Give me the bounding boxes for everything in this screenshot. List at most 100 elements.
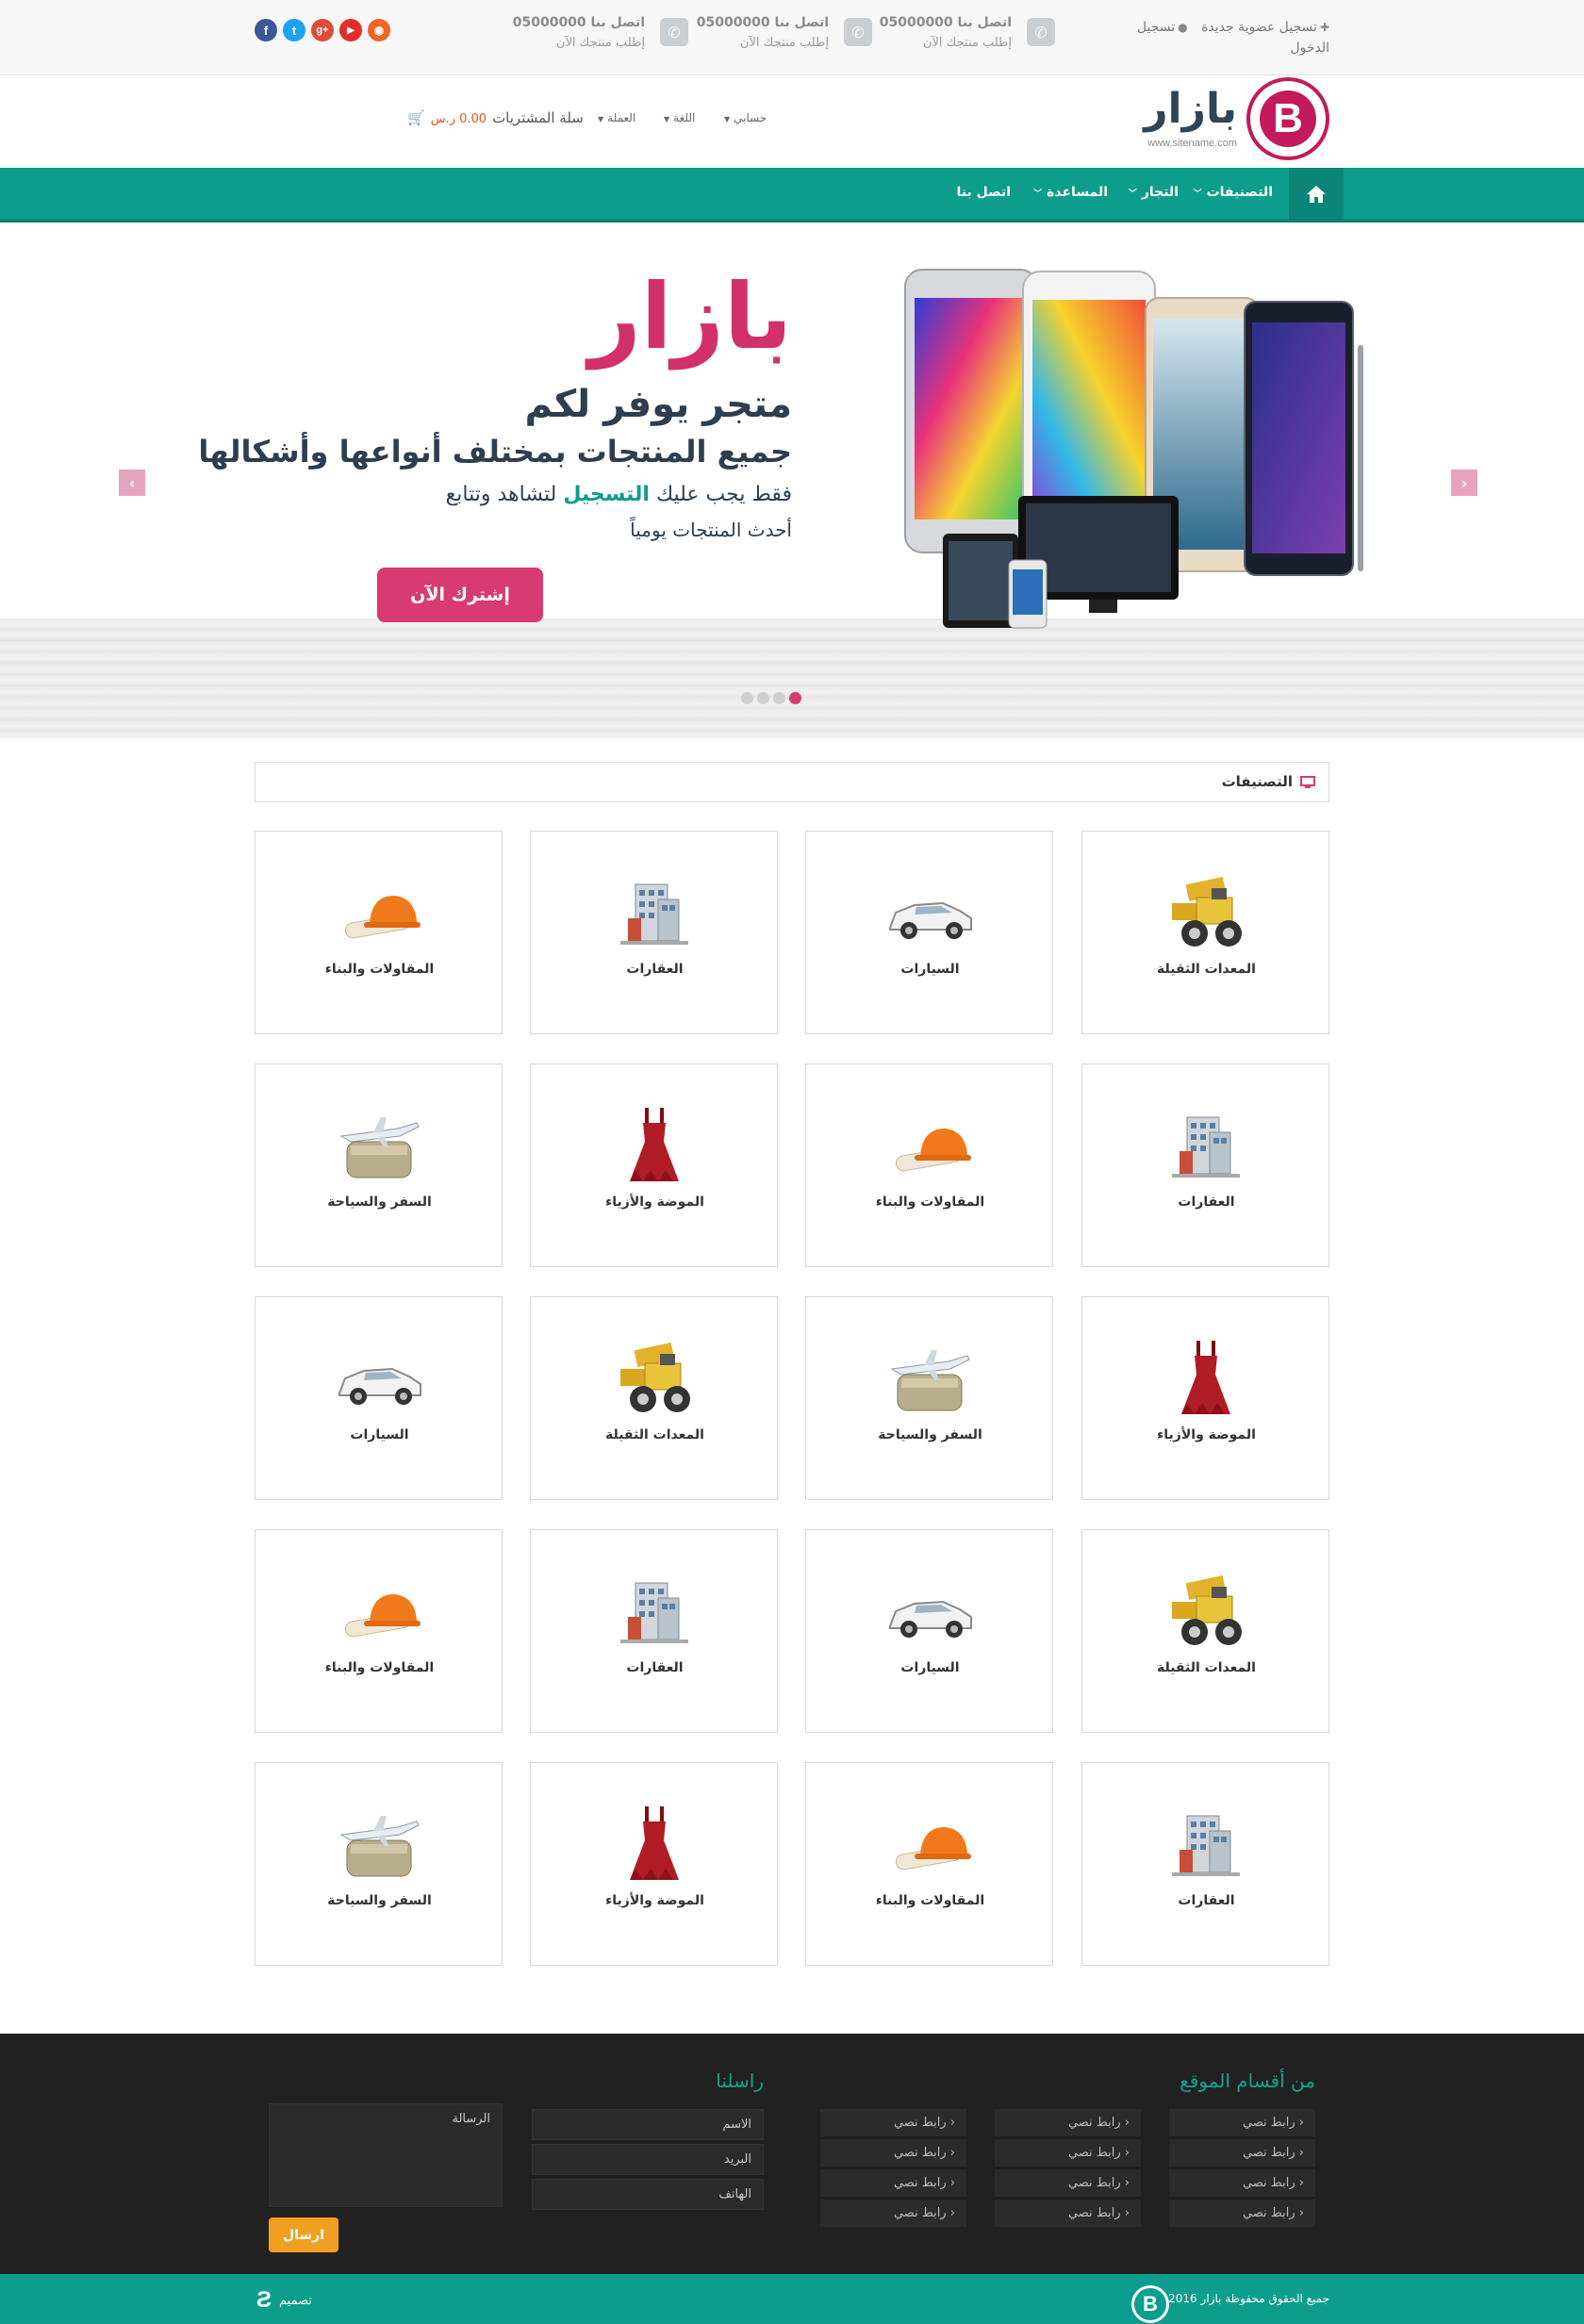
caret-down-icon: ▼ <box>664 115 670 124</box>
hero-slider: بازار متجر يوفر لكم جميع المنتجات بمختلف… <box>0 223 1584 738</box>
building-icon <box>1159 1803 1253 1887</box>
category-card[interactable]: السيارات <box>805 1529 1053 1733</box>
slider-dot[interactable] <box>757 692 769 704</box>
nav-item-categories[interactable]: التصنيفات﹀ <box>1194 185 1273 200</box>
category-card[interactable]: المعدات الثقيلة <box>530 1296 778 1500</box>
footer-link-label: رابط نصي <box>1242 2206 1295 2220</box>
slider-next-arrow[interactable]: › <box>1451 470 1477 496</box>
slider-dot-active[interactable] <box>789 692 801 704</box>
footer-link-label: رابط نصي <box>893 2206 947 2220</box>
category-card[interactable]: الموضة والأزياء <box>530 1762 778 1966</box>
helmet-icon <box>332 1570 426 1655</box>
category-card[interactable]: الموضة والأزياء <box>1081 1296 1329 1500</box>
category-label: الموضة والأزياء <box>605 1195 704 1210</box>
category-card[interactable]: السفر والسياحة <box>255 1063 503 1267</box>
car-icon <box>883 1570 977 1655</box>
dress-icon <box>1159 1337 1253 1422</box>
footer-link[interactable]: ‹ رابط نصي <box>1169 2169 1315 2197</box>
footer-contact-title: راسلنا <box>716 2069 764 2092</box>
logo-mark: B <box>1246 77 1329 160</box>
name-field[interactable]: الاسم <box>532 2109 764 2140</box>
nav-item-contact[interactable]: اتصل بنا <box>957 185 1011 200</box>
chevron-left-icon: ‹ <box>1120 2146 1130 2160</box>
designer-credit[interactable]: تصميم Ƨ <box>256 2287 312 2313</box>
category-card[interactable]: المقاولات والبناء <box>255 1529 503 1733</box>
phone-icon: ✆ <box>660 18 688 46</box>
slider-highlight: التسجيل <box>563 483 650 506</box>
nav-item-merchants[interactable]: التجار﹀ <box>1129 185 1179 200</box>
send-button[interactable]: ارسال <box>269 2217 338 2252</box>
category-label: المقاولات والبناء <box>875 1893 985 1908</box>
category-card[interactable]: المعدات الثقيلة <box>1081 1529 1329 1733</box>
account-dropdown[interactable]: حسابي▼ <box>724 111 767 124</box>
category-label: السيارات <box>900 962 960 977</box>
category-card[interactable]: السيارات <box>805 831 1053 1034</box>
twitter-icon[interactable]: t <box>283 19 305 41</box>
language-dropdown[interactable]: اللغة▼ <box>664 111 695 124</box>
footer-link-label: رابط نصي <box>893 2176 947 2190</box>
home-button[interactable] <box>1289 168 1344 220</box>
nav-item-help[interactable]: المساعدة﹀ <box>1033 185 1108 200</box>
category-card[interactable]: السفر والسياحة <box>805 1296 1053 1500</box>
category-card[interactable]: السفر والسياحة <box>255 1762 503 1966</box>
register-link[interactable]: تسجيل عضوية جديدة <box>1201 20 1317 35</box>
category-card[interactable]: المعدات الثقيلة <box>1081 831 1329 1034</box>
footer-link[interactable]: ‹ رابط نصي <box>820 2109 966 2136</box>
chevron-left-icon: ‹ <box>1295 2146 1304 2160</box>
main-nav: التصنيفات﹀ التجار﹀ المساعدة﹀ اتصل بنا <box>0 168 1584 223</box>
helmet-icon <box>883 1104 977 1189</box>
category-card[interactable]: الموضة والأزياء <box>530 1063 778 1267</box>
slider-dot[interactable] <box>773 692 785 704</box>
footer-link[interactable]: ‹ رابط نصي <box>820 2139 966 2167</box>
slider-dot[interactable] <box>741 692 753 704</box>
site-logo[interactable]: B بازار www.sitename.com <box>1113 75 1329 168</box>
phone-field[interactable]: الهاتف <box>532 2179 764 2210</box>
cart-label: سلة المشتريات <box>492 109 584 126</box>
footer-link[interactable]: ‹ رابط نصي <box>820 2169 966 2197</box>
dress-icon <box>607 1803 701 1887</box>
footer-link-label: رابط نصي <box>1067 2146 1121 2160</box>
google-plus-icon[interactable]: g+ <box>311 19 334 41</box>
footer-link[interactable]: ‹ رابط نصي <box>995 2109 1141 2136</box>
phone-icon: ✆ <box>1027 18 1055 46</box>
youtube-icon[interactable]: ▶ <box>339 19 362 41</box>
footer: من أقسام الموقع راسلنا ‹ رابط نصي ‹ رابط … <box>0 2034 1584 2274</box>
category-card[interactable]: العقارات <box>530 831 778 1034</box>
category-card[interactable]: المقاولات والبناء <box>805 1762 1053 1966</box>
footer-link[interactable]: ‹ رابط نصي <box>820 2200 966 2227</box>
header: B بازار www.sitename.com حسابي▼ اللغة▼ ا… <box>0 75 1584 168</box>
category-card[interactable]: العقارات <box>1081 1762 1329 1966</box>
footer-logo: B <box>1131 2285 1169 2323</box>
footer-link[interactable]: ‹ رابط نصي <box>1169 2200 1315 2227</box>
user-icon: ● <box>1178 21 1188 34</box>
footer-link[interactable]: ‹ رابط نصي <box>1169 2139 1315 2167</box>
contact-subtitle: إطلب منتجك الآن <box>555 36 645 50</box>
category-card[interactable]: السيارات <box>255 1296 503 1500</box>
rss-icon[interactable]: ◉ <box>368 19 390 41</box>
slider-subheading: جميع المنتجات بمختلف أنواعها وأشكالها <box>198 434 792 470</box>
helmet-icon <box>883 1803 977 1887</box>
footer-link[interactable]: ‹ رابط نصي <box>1169 2109 1315 2136</box>
footer-link-label: رابط نصي <box>1067 2176 1121 2190</box>
footer-link-label: رابط نصي <box>1242 2116 1295 2130</box>
travel-icon <box>332 1104 426 1189</box>
footer-link[interactable]: ‹ رابط نصي <box>995 2139 1141 2167</box>
chevron-left-icon: ‹ <box>946 2206 955 2220</box>
category-card[interactable]: المقاولات والبناء <box>255 831 503 1034</box>
contact-title: اتصل بنا 05000000 <box>879 15 1012 30</box>
slider-prev-arrow[interactable]: ‹ <box>119 470 145 496</box>
footer-link[interactable]: ‹ رابط نصي <box>995 2200 1141 2227</box>
cart-summary[interactable]: سلة المشتريات 0.00 ر.س 🛒 <box>407 109 584 126</box>
email-field[interactable]: البريد <box>532 2144 764 2175</box>
category-card[interactable]: العقارات <box>1081 1063 1329 1267</box>
bulldozer-icon <box>607 1337 701 1422</box>
facebook-icon[interactable]: f <box>255 19 277 41</box>
chevron-left-icon: ‹ <box>1120 2206 1130 2220</box>
message-field[interactable]: الرسالة <box>269 2103 503 2207</box>
currency-dropdown[interactable]: العملة▼ <box>598 111 635 124</box>
subscribe-button[interactable]: إشترك الآن <box>377 568 543 622</box>
category-label: السفر والسياحة <box>327 1195 432 1210</box>
category-card[interactable]: المقاولات والبناء <box>805 1063 1053 1267</box>
category-card[interactable]: العقارات <box>530 1529 778 1733</box>
footer-link[interactable]: ‹ رابط نصي <box>995 2169 1141 2197</box>
